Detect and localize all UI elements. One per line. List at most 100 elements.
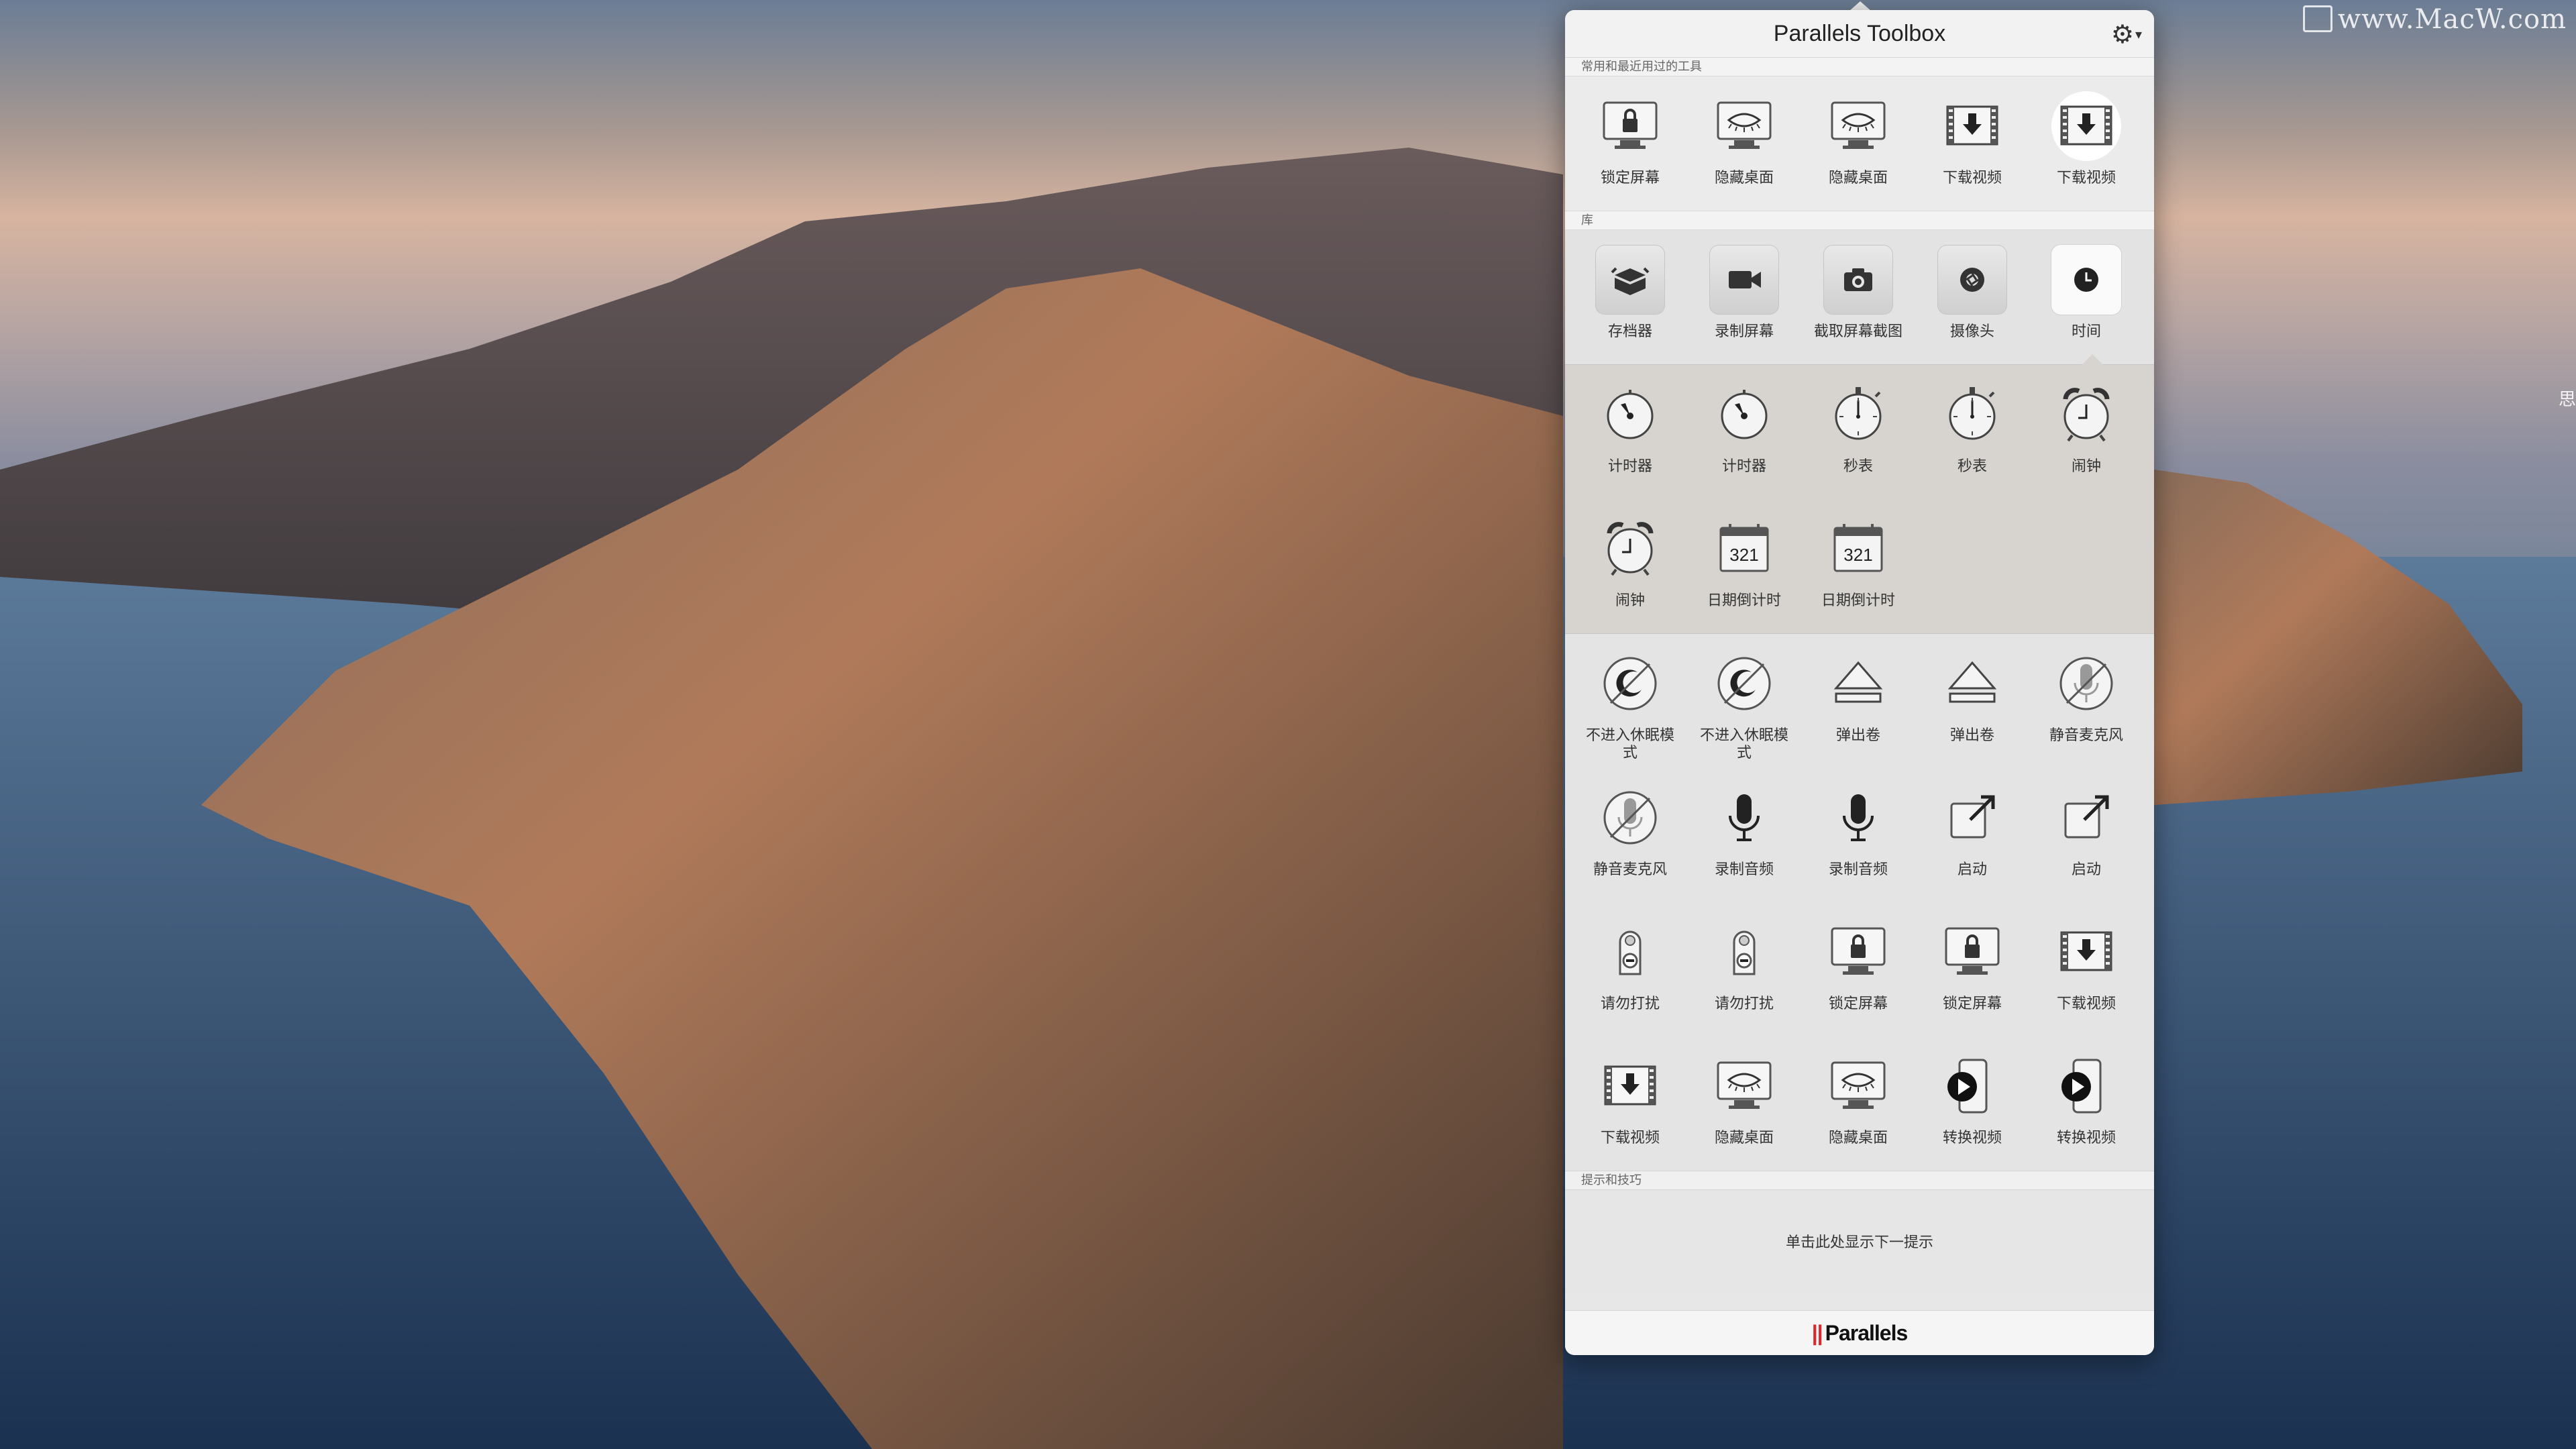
hide-desktop-icon [1709,1051,1779,1121]
alarm-icon [2051,380,2121,449]
tool-timer[interactable]: 计时器 [1687,365,1801,499]
tool-download-video[interactable]: 下载视频 [2029,76,2143,211]
tool-mic[interactable]: 录制音频 [1687,768,1801,902]
alarm-icon [1595,514,1665,584]
tool-label: 隐藏桌面 [1714,1129,1774,1146]
tool-download-video[interactable]: 下载视频 [1573,1036,1687,1171]
tool-date-countdown[interactable]: 321 日期倒计时 [1801,499,1915,633]
tool-label: 弹出卷 [1949,727,1994,743]
mute-mic-icon [2051,649,2121,718]
tool-label: 摄像头 [1949,323,1994,339]
convert-video-icon [1937,1051,2007,1121]
tool-mute-mic[interactable]: 静音麦克风 [2029,634,2143,768]
recent-tools-grid: 锁定屏幕 隐藏桌面 隐藏桌面 下载视频 下载视频 [1565,76,2154,211]
download-video-icon [1595,1051,1665,1121]
no-sleep-icon [1709,649,1779,718]
tool-alarm[interactable]: 闹钟 [2029,365,2143,499]
parallels-logo: || Parallels [1811,1320,1909,1345]
tool-no-sleep[interactable]: 不进入休眠模式 [1687,634,1801,768]
tool-screenshot[interactable]: 截取屏幕截图 [1801,230,1915,364]
footer: || Parallels [1565,1310,2154,1355]
download-video-icon [2051,91,2121,161]
tool-label: 录制音频 [1714,861,1774,877]
tool-do-not-disturb[interactable]: 请勿打扰 [1687,902,1801,1036]
tool-label: 请勿打扰 [1600,995,1660,1012]
tool-clock[interactable]: 时间 [2029,230,2143,364]
tool-convert-video[interactable]: 转换视频 [2029,1036,2143,1171]
time-tools-group: 计时器 计时器 秒表 秒表 闹钟 闹钟 321 日期倒计时 321 日期倒计时 [1565,354,2154,634]
tool-record-screen[interactable]: 录制屏幕 [1687,230,1801,364]
tool-date-countdown[interactable]: 321 日期倒计时 [1687,499,1801,633]
chevron-down-icon: ▾ [2135,28,2142,42]
do-not-disturb-icon [1595,917,1665,987]
tool-mic[interactable]: 录制音频 [1801,768,1915,902]
tool-hide-desktop[interactable]: 隐藏桌面 [1801,76,1915,211]
titlebar: Parallels Toolbox ⚙ ▾ [1565,10,2154,58]
tips-area[interactable]: 单击此处显示下一提示 [1565,1190,2154,1292]
tool-label: 下载视频 [2056,995,2116,1012]
tool-timer[interactable]: 计时器 [1573,365,1687,499]
svg-text:321: 321 [1843,545,1872,565]
tool-download-video[interactable]: 下载视频 [1915,76,2029,211]
tool-label: 计时器 [1607,458,1652,474]
tool-no-sleep[interactable]: 不进入休眠模式 [1573,634,1687,768]
clock-icon [2051,245,2121,315]
tool-eject[interactable]: 弹出卷 [1915,634,2029,768]
tool-download-video[interactable]: 下载视频 [2029,902,2143,1036]
tool-label: 静音麦克风 [1593,861,1667,877]
tool-lock-screen[interactable]: 锁定屏幕 [1915,902,2029,1036]
tool-hide-desktop[interactable]: 隐藏桌面 [1687,1036,1801,1171]
tool-stopwatch[interactable]: 秒表 [1915,365,2029,499]
more-tools-grid: 不进入休眠模式 不进入休眠模式 弹出卷 弹出卷 静音麦克风 静音麦克风 录制音频 录制音频 启动… [1565,634,2154,1171]
tool-hide-desktop[interactable]: 隐藏桌面 [1687,76,1801,211]
toolbox-panel: Parallels Toolbox ⚙ ▾ 常用和最近用过的工具 锁定屏幕 隐藏桌面… [1565,10,2154,1355]
tool-label: 静音麦克风 [2049,727,2123,743]
lock-screen-icon [1823,917,1893,987]
tool-eject[interactable]: 弹出卷 [1801,634,1915,768]
tool-convert-video[interactable]: 转换视频 [1915,1036,2029,1171]
settings-button[interactable]: ⚙ ▾ [2111,19,2142,50]
tool-camera[interactable]: 摄像头 [1915,230,2029,364]
tool-label: 秒表 [1957,458,1987,474]
mic-icon [1709,783,1779,853]
date-countdown-icon: 321 [1823,514,1893,584]
tool-mute-mic[interactable]: 静音麦克风 [1573,768,1687,902]
launch-icon [1937,783,2007,853]
tool-hide-desktop[interactable]: 隐藏桌面 [1801,1036,1915,1171]
archiver-icon [1595,245,1665,315]
next-tip-link[interactable]: 单击此处显示下一提示 [1786,1230,1933,1252]
tips-section-label: 提示和技巧 [1565,1171,2154,1190]
download-video-icon [2051,917,2121,987]
watermark: www.MacW.com [2302,4,2567,35]
hide-desktop-icon [1709,91,1779,161]
tool-label: 下载视频 [2056,169,2116,186]
tool-label: 存档器 [1607,323,1652,339]
hide-desktop-icon [1823,91,1893,161]
launch-icon [2051,783,2121,853]
timer-icon [1595,380,1665,449]
watermark-logo-icon [2302,5,2332,32]
tool-label: 闹钟 [2071,458,2101,474]
panel-pointer [1849,1,1871,11]
timer-icon [1709,380,1779,449]
eject-icon [1823,649,1893,718]
tool-lock-screen[interactable]: 锁定屏幕 [1801,902,1915,1036]
tool-label: 录制屏幕 [1714,323,1774,339]
desktop-wallpaper: www.MacW.com 思 [0,0,2576,1449]
tool-label: 不进入休眠模式 [1585,727,1674,761]
tool-label: 闹钟 [1615,592,1645,608]
tool-lock-screen[interactable]: 锁定屏幕 [1573,76,1687,211]
tool-launch[interactable]: 启动 [1915,768,2029,902]
tool-stopwatch[interactable]: 秒表 [1801,365,1915,499]
tool-label: 秒表 [1843,458,1873,474]
lock-screen-icon [1937,917,2007,987]
tool-alarm[interactable]: 闹钟 [1573,499,1687,633]
tool-do-not-disturb[interactable]: 请勿打扰 [1573,902,1687,1036]
download-video-icon [1937,91,2007,161]
mic-icon [1823,783,1893,853]
tool-archiver[interactable]: 存档器 [1573,230,1687,364]
stopwatch-icon [1937,380,2007,449]
group-pointer [2082,354,2103,365]
record-screen-icon [1709,245,1779,315]
tool-launch[interactable]: 启动 [2029,768,2143,902]
